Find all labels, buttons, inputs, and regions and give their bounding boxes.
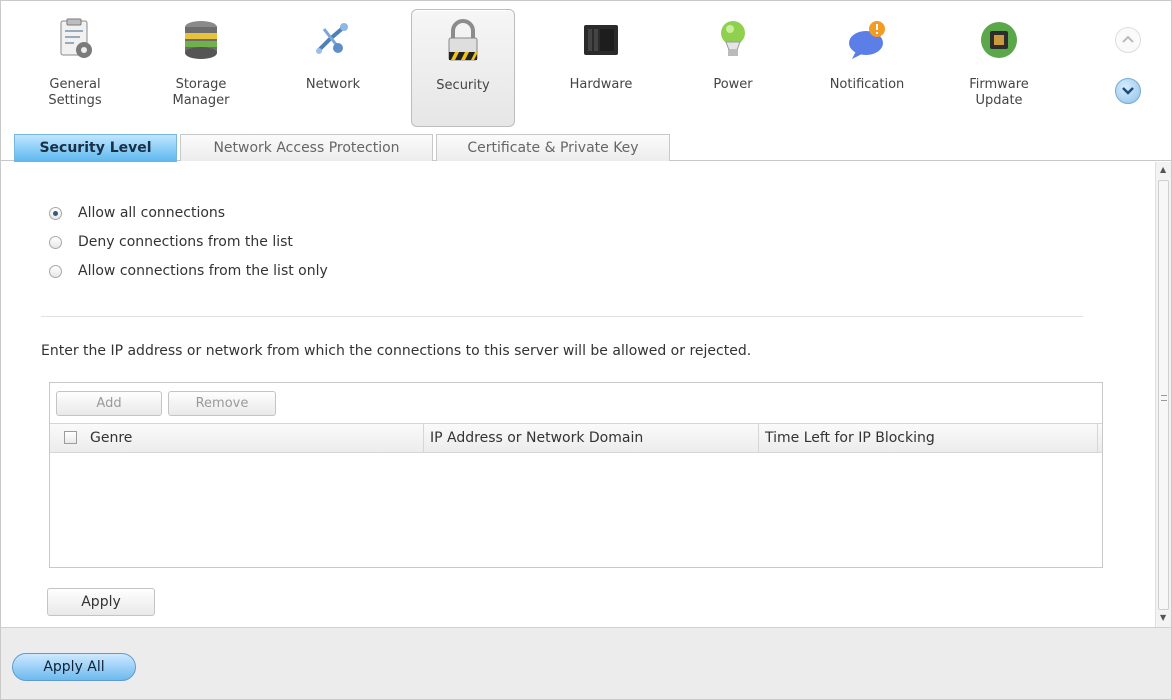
toolbar-storage-manager[interactable]: Storage Manager — [149, 9, 253, 127]
toolbar-network[interactable]: Network — [281, 9, 385, 127]
toolbar-label: Storage Manager — [172, 77, 230, 108]
option-deny-list[interactable]: Deny connections from the list — [49, 232, 293, 252]
option-label: Allow all connections — [78, 205, 226, 221]
tab-certificate-private-key[interactable]: Certificate & Private Key — [436, 134, 670, 161]
option-allow-list-only[interactable]: Allow connections from the list only — [49, 261, 328, 281]
toolbar-label: Security — [436, 78, 490, 93]
radio-allow-list-only[interactable] — [49, 264, 62, 278]
ip-list-header: Genre IP Address or Network Domain Time … — [50, 423, 1102, 453]
footer-bar: Apply All — [1, 627, 1171, 699]
security-level-panel: Allow all connections Deny connections f… — [1, 162, 1155, 627]
select-all-checkbox[interactable] — [64, 431, 77, 444]
grip-icon — [1161, 395, 1167, 401]
toolbar-scroll-up-button[interactable] — [1115, 27, 1141, 53]
network-icon — [316, 23, 348, 54]
ip-list-panel: Add Remove Genre IP Address or Network D… — [49, 382, 1103, 568]
tab-security-level[interactable]: Security Level — [14, 134, 177, 162]
toolbar-scroll-down-button[interactable] — [1115, 78, 1141, 104]
add-button[interactable]: Add — [56, 391, 162, 416]
firmware-update-icon — [981, 22, 1017, 58]
toolbar-power[interactable]: Power — [681, 9, 785, 127]
toolbar-general-settings[interactable]: General Settings — [23, 9, 127, 127]
toolbar-notification[interactable]: Notification — [815, 9, 919, 127]
toolbar-label: Network — [305, 77, 361, 92]
chevron-up-icon — [1122, 35, 1134, 43]
toolbar-label: Power — [713, 77, 753, 92]
notification-icon — [849, 21, 885, 59]
remove-button[interactable]: Remove — [168, 391, 276, 416]
option-label: Allow connections from the list only — [78, 263, 328, 279]
apply-all-button[interactable]: Apply All — [12, 653, 136, 681]
option-label: Deny connections from the list — [78, 234, 293, 250]
toolbar-security[interactable]: Security — [411, 9, 515, 127]
column-time-left[interactable]: Time Left for IP Blocking — [759, 424, 1098, 452]
security-lock-icon — [448, 19, 478, 61]
divider — [41, 316, 1083, 317]
column-ip-address[interactable]: IP Address or Network Domain — [424, 424, 759, 452]
toolbar-label: General Settings — [48, 77, 102, 108]
scroll-down-arrow-icon[interactable]: ▼ — [1160, 614, 1166, 622]
content-scrollbar[interactable]: ▲ ▼ — [1155, 162, 1171, 627]
hardware-icon — [584, 25, 618, 55]
instruction-text: Enter the IP address or network from whi… — [41, 343, 752, 359]
toolbar-label: Hardware — [569, 77, 633, 92]
toolbar-firmware-update[interactable]: Firmware Update — [947, 9, 1051, 127]
scroll-up-arrow-icon[interactable]: ▲ — [1160, 166, 1166, 174]
apply-button[interactable]: Apply — [47, 588, 155, 616]
toolbar-label: Notification — [829, 77, 905, 92]
option-allow-all[interactable]: Allow all connections — [49, 203, 225, 223]
tab-network-access-protection[interactable]: Network Access Protection — [180, 134, 433, 161]
column-label: Genre — [90, 430, 133, 446]
tab-bar: Security Level Network Access Protection… — [1, 133, 1171, 162]
storage-manager-icon — [185, 21, 217, 59]
radio-allow-all[interactable] — [49, 206, 62, 220]
power-bulb-icon — [721, 21, 745, 56]
chevron-down-icon — [1122, 87, 1134, 95]
scrollbar-thumb[interactable] — [1158, 180, 1169, 610]
toolbar-hardware[interactable]: Hardware — [549, 9, 653, 127]
column-genre[interactable]: Genre — [50, 424, 424, 452]
radio-deny-list[interactable] — [49, 235, 62, 249]
settings-toolbar: General Settings Storage Manager Network — [1, 1, 1171, 137]
general-settings-icon — [60, 18, 92, 58]
toolbar-label: Firmware Update — [969, 77, 1029, 108]
